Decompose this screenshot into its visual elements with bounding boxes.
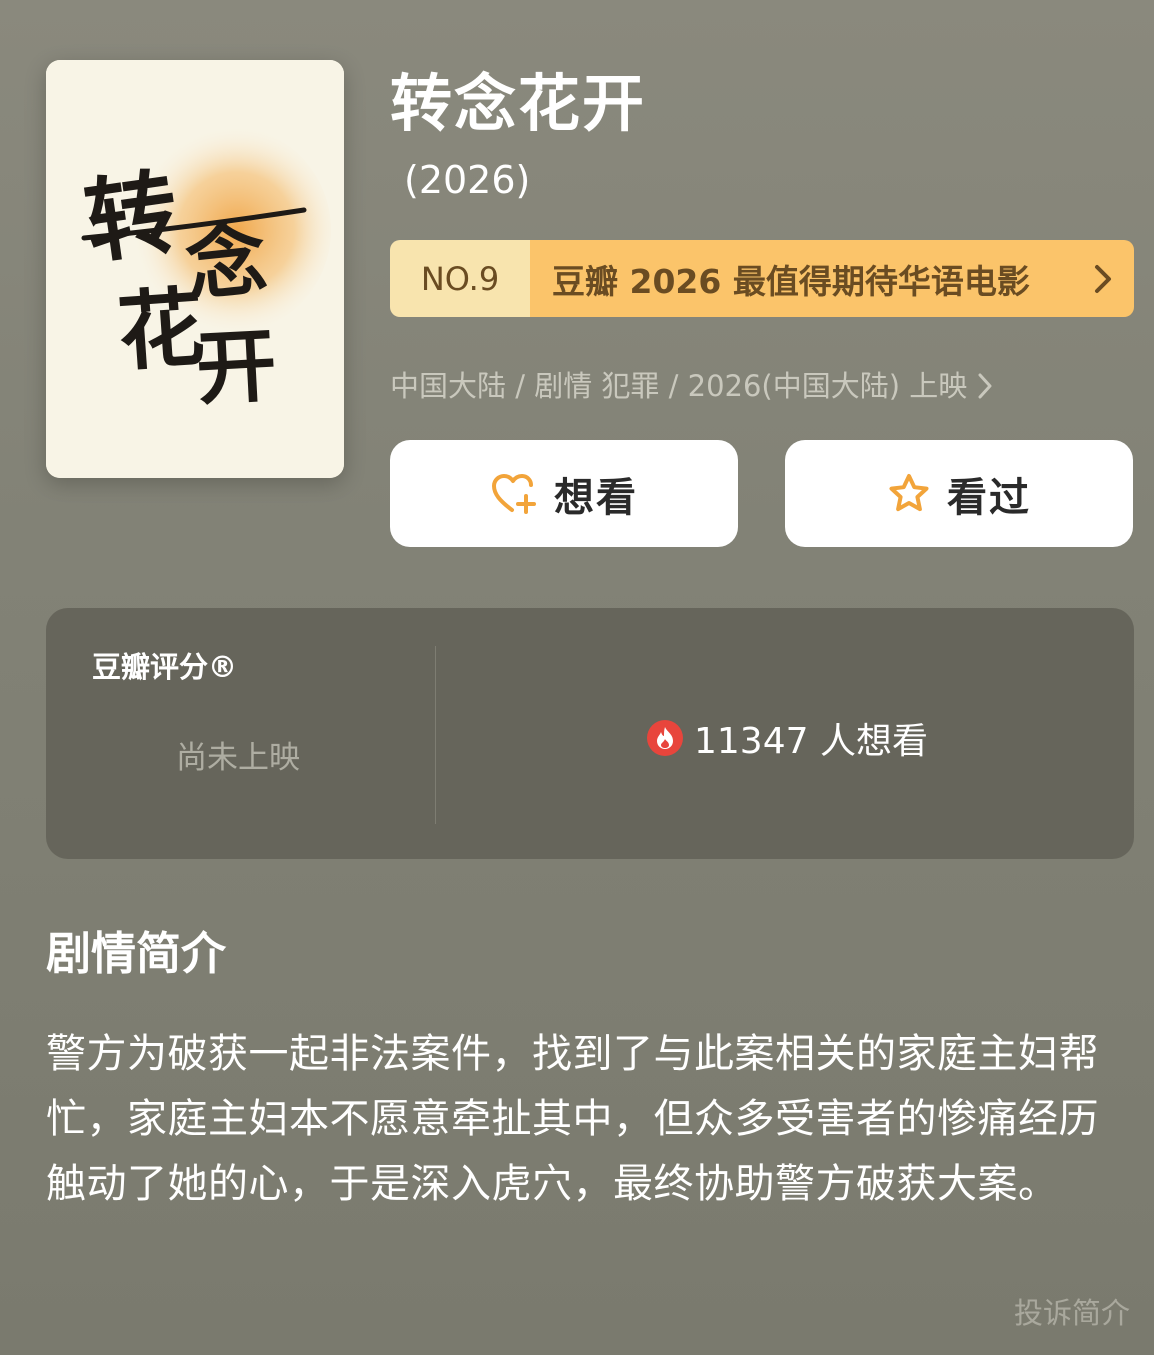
- report-synopsis-link[interactable]: 投诉简介: [1014, 1290, 1130, 1332]
- meta-text: 中国大陆 / 剧情 犯罪 / 2026(中国大陆) 上映: [390, 369, 968, 403]
- synopsis-body: 警方为破获一起非法案件，找到了与此案相关的家庭主妇帮忙，家庭主妇本不愿意牵扯其中…: [46, 1031, 1099, 1207]
- movie-year: (2026): [404, 158, 531, 202]
- want-to-watch-button[interactable]: 想看: [390, 440, 738, 547]
- synopsis-heading: 剧情简介: [46, 927, 227, 980]
- want-to-watch-label: 想看: [554, 474, 638, 521]
- ranking-number: NO.9: [390, 240, 530, 317]
- poster-char-1: 转: [79, 157, 185, 277]
- watched-button[interactable]: 看过: [785, 440, 1133, 547]
- poster-artwork: 转 念 花 开: [46, 60, 344, 478]
- ranking-label: 豆瓣 2026 最值得期待华语电影: [552, 261, 1030, 301]
- want-count[interactable]: 11347 人想看: [646, 712, 928, 764]
- douban-rating-title: 豆瓣评分®: [92, 650, 238, 684]
- chevron-right-icon: [978, 373, 992, 399]
- want-count-text: 11347 人想看: [694, 721, 928, 762]
- ranking-banner[interactable]: NO.9 豆瓣 2026 最值得期待华语电影: [390, 240, 1134, 317]
- poster-char-4: 开: [194, 318, 279, 416]
- movie-meta-info[interactable]: 中国大陆 / 剧情 犯罪 / 2026(中国大陆) 上映: [390, 364, 993, 408]
- movie-poster[interactable]: 转 念 花 开: [46, 60, 344, 478]
- chevron-right-icon: [1095, 265, 1111, 293]
- rating-status: 尚未上映: [176, 740, 300, 776]
- rating-panel: 豆瓣评分® 尚未上映 11347 人想看: [46, 608, 1134, 859]
- watched-label: 看过: [947, 474, 1031, 521]
- heart-plus-icon: [492, 473, 536, 514]
- flame-icon: [647, 720, 683, 756]
- movie-title: 转念花开: [390, 67, 647, 140]
- star-outline-icon: [889, 473, 929, 511]
- ranking-label-container: 豆瓣 2026 最值得期待华语电影: [530, 240, 1134, 317]
- rating-divider: [435, 646, 436, 824]
